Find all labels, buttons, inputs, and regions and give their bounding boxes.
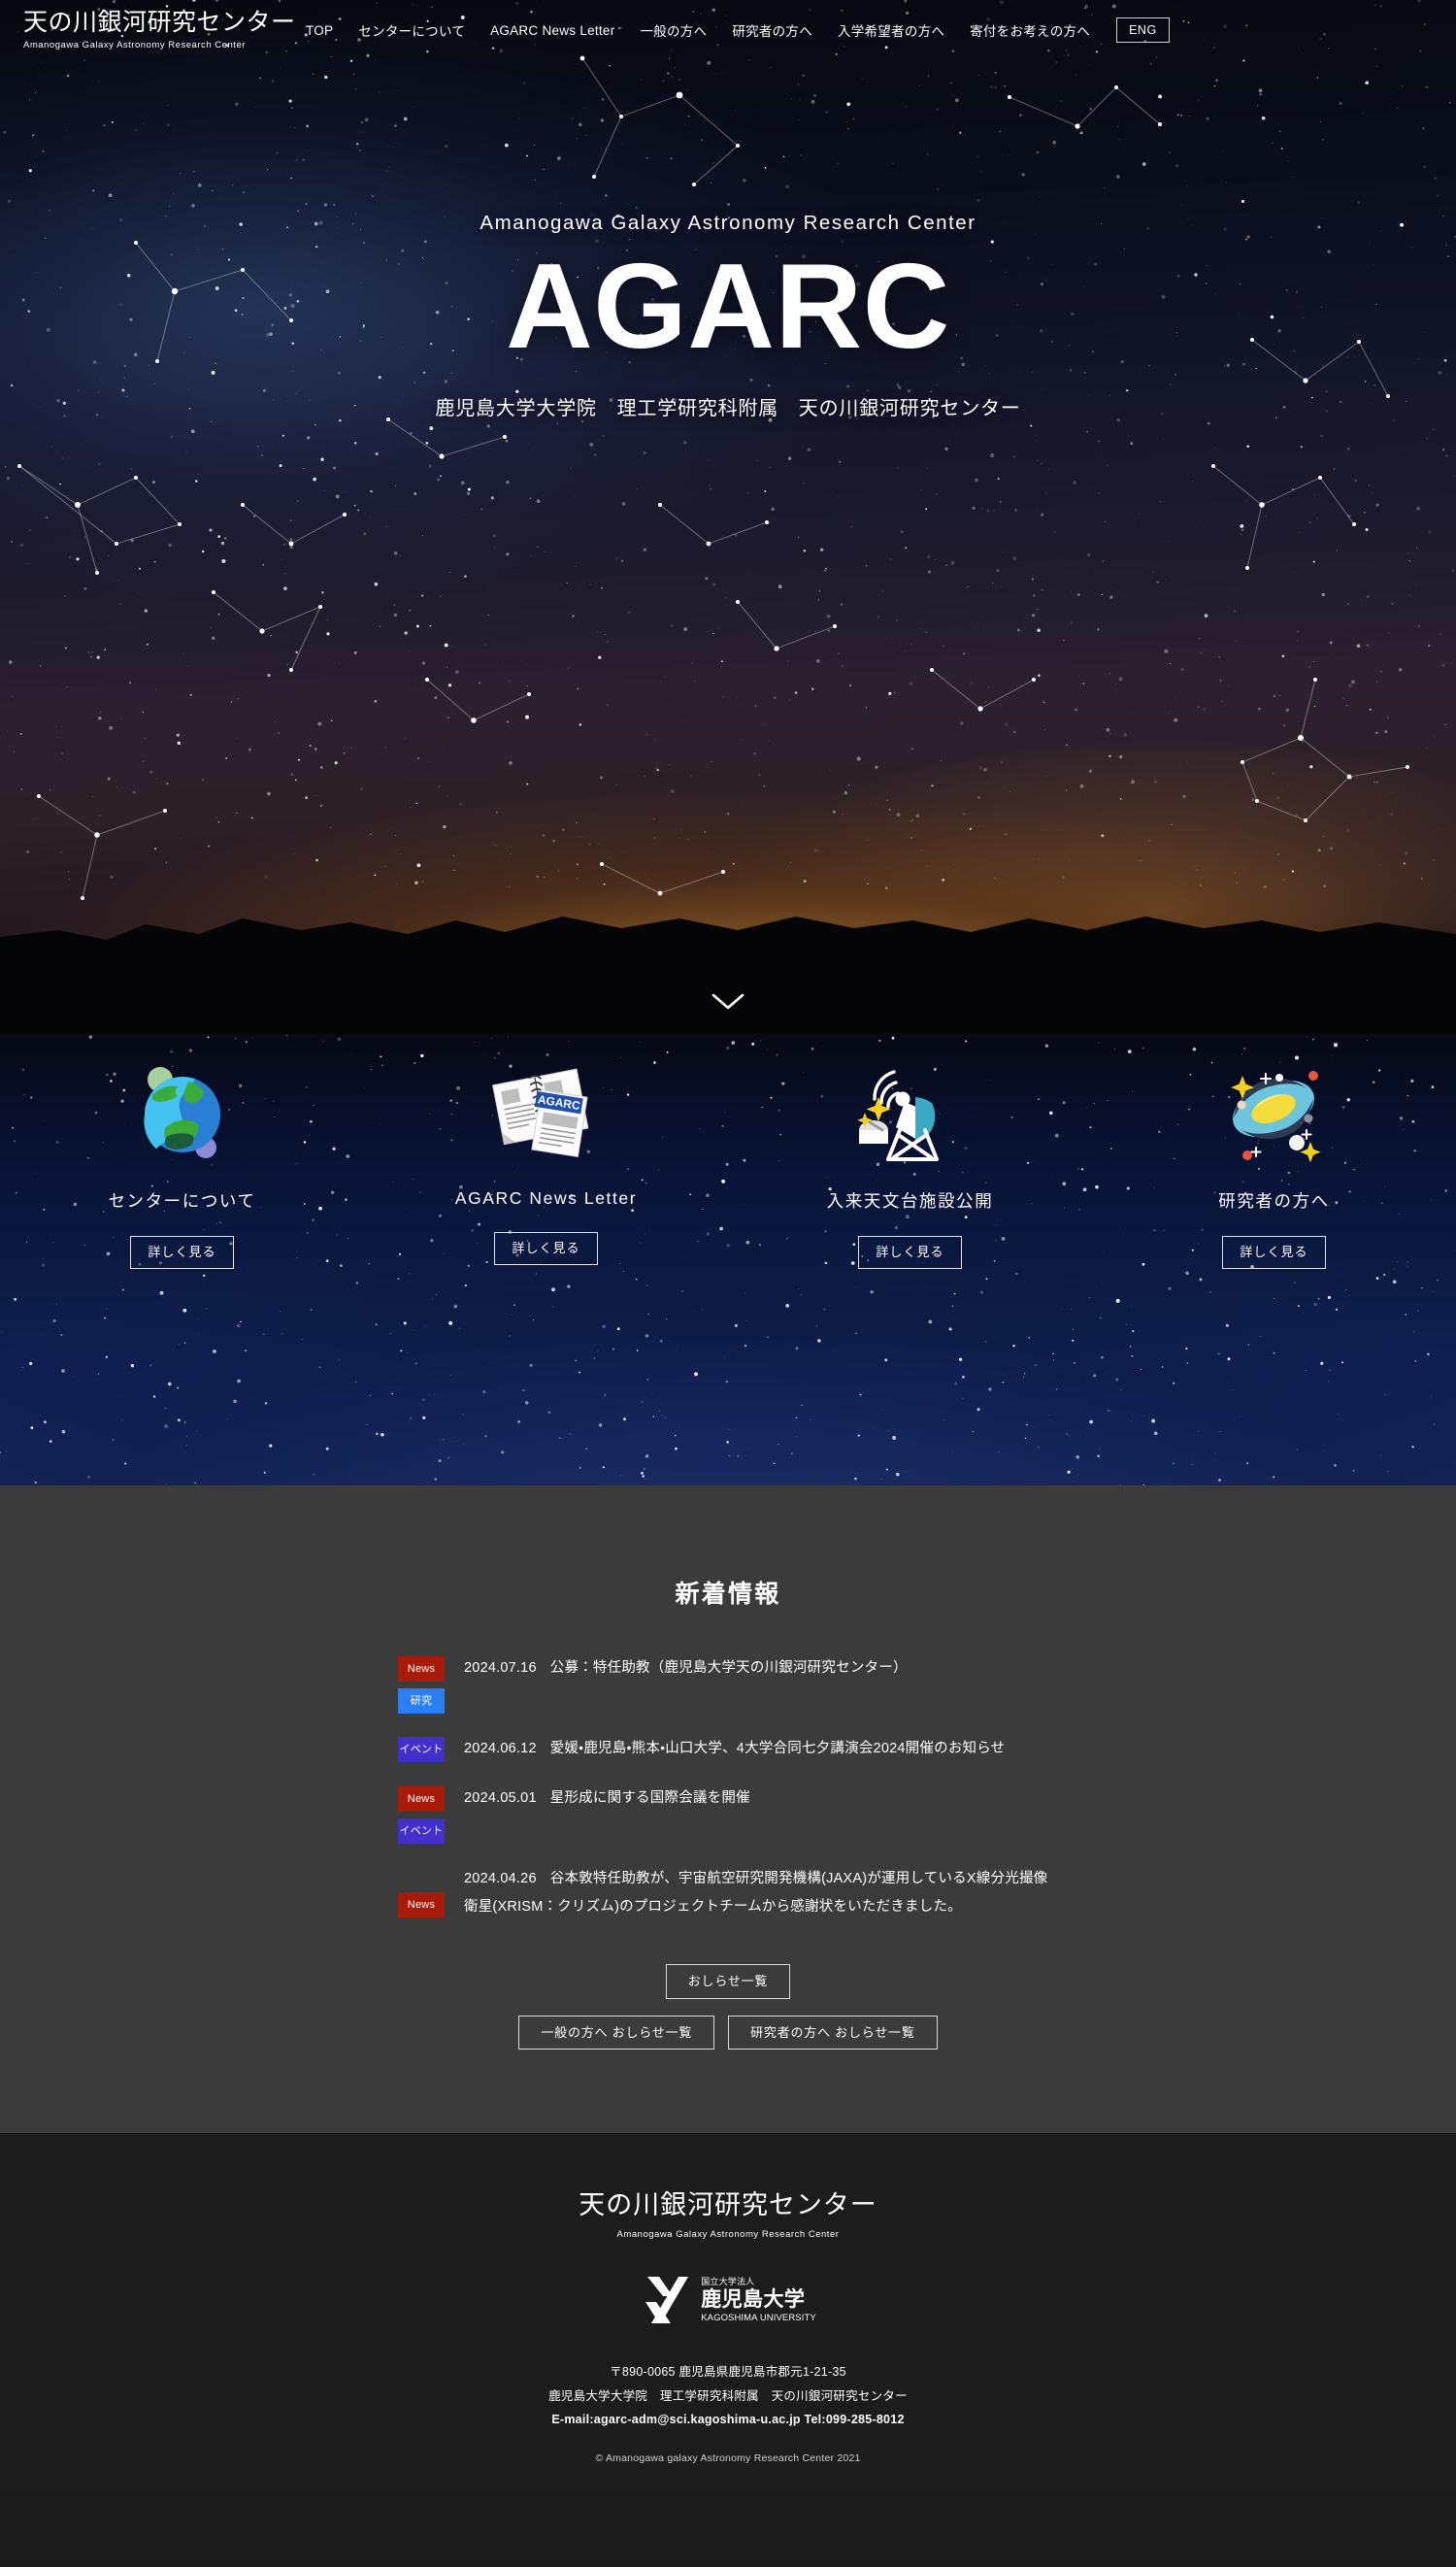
- news-section-title: 新着情報: [675, 1581, 781, 1608]
- status-badge: News: [398, 1786, 445, 1812]
- news-list-all-button[interactable]: おしらせ一覧: [665, 1964, 791, 1999]
- status-badge: News: [398, 1892, 445, 1917]
- news-date: 2024.06.12: [464, 1741, 537, 1756]
- main-nav: TOP センターについて AGARC News Letter 一般の方へ 研究者…: [293, 17, 1170, 44]
- university-logo[interactable]: 国立大学法人 鹿児島大学 KAGOSHIMA UNIVERSITY: [0, 2273, 1456, 2327]
- feature-detail-button-observatory[interactable]: 詳しく見る: [858, 1236, 962, 1269]
- feature-card-newsletter[interactable]: AGARC AGARC News Letter 詳しく見る: [364, 1051, 728, 1269]
- news-section: 新着情報 News 研究 2024.07.16 公募：特任助教（鹿児島大学天の川銀…: [0, 1485, 1456, 2134]
- news-text: 2024.07.16 公募：特任助教（鹿児島大学天の川銀河研究センター）: [464, 1654, 1058, 1683]
- footer-address: 〒890-0065 鹿児島県鹿児島市郡元1-21-35 鹿児島大学大学院 理工学…: [0, 2360, 1456, 2431]
- nav-item-researcher[interactable]: 研究者の方へ: [719, 20, 825, 40]
- footer-address-line1: 〒890-0065 鹿児島県鹿児島市郡元1-21-35: [610, 2365, 846, 2380]
- feature-label-about: センターについて: [108, 1191, 256, 1211]
- university-prefix: 国立大学法人: [701, 2277, 755, 2287]
- nav-item-applicant[interactable]: 入学希望者の方へ: [825, 20, 957, 40]
- news-item[interactable]: イベント 2024.06.12 愛媛・鹿児島・熊本・山口大学、4大学合同七夕講演会…: [398, 1735, 1058, 1763]
- status-badge: 研究: [398, 1688, 445, 1714]
- top-navigation-bar: 天の川銀河研究センター Amanogawa Galaxy Astronomy R…: [0, 0, 1456, 60]
- news-item[interactable]: News イベント 2024.05.01 星形成に関する国際会議を開催: [398, 1784, 1058, 1844]
- news-date: 2024.05.01: [464, 1790, 537, 1806]
- horizon-silhouette: [0, 917, 1456, 1034]
- feature-card-about[interactable]: センターについて 詳しく見る: [0, 1051, 364, 1269]
- site-logo-jp: 天の川銀河研究センター: [23, 8, 296, 36]
- university-name-en: KAGOSHIMA UNIVERSITY: [701, 2312, 816, 2323]
- feature-detail-button-about[interactable]: 詳しく見る: [130, 1236, 234, 1269]
- feature-card-observatory[interactable]: 入来天文台施設公開 詳しく見る: [728, 1051, 1092, 1269]
- news-item[interactable]: News 2024.04.26 谷本敦特任助教が、宇宙航空研究開発機構(JAXA)…: [398, 1865, 1058, 1921]
- news-badges: News 研究: [398, 1654, 464, 1714]
- news-badges: イベント: [398, 1735, 464, 1762]
- feature-label-researcher: 研究者の方へ: [1218, 1191, 1330, 1211]
- status-badge: イベント: [398, 1737, 445, 1762]
- footer-contact[interactable]: E-mail:agarc-adm@sci.kagoshima-u.ac.jp T…: [0, 2408, 1456, 2431]
- news-date: 2024.07.16: [464, 1660, 537, 1676]
- hero-section: 天の川銀河研究センター Amanogawa Galaxy Astronomy R…: [0, 0, 1456, 1034]
- news-list: News 研究 2024.07.16 公募：特任助教（鹿児島大学天の川銀河研究セン…: [398, 1654, 1058, 1921]
- university-name: 鹿児島大学: [701, 2288, 806, 2312]
- earth-icon: [0, 1051, 364, 1173]
- news-date: 2024.04.26: [464, 1871, 537, 1886]
- hero-subtitle-en: Amanogawa Galaxy Astronomy Research Cent…: [480, 212, 976, 234]
- feature-detail-button-newsletter[interactable]: 詳しく見る: [494, 1232, 598, 1265]
- feature-detail-button-researcher[interactable]: 詳しく見る: [1222, 1236, 1326, 1269]
- news-headline[interactable]: 公募：特任助教（鹿児島大学天の川銀河研究センター）: [550, 1660, 908, 1676]
- status-badge: News: [398, 1656, 445, 1682]
- news-badges: News イベント: [398, 1784, 464, 1844]
- feature-card-researcher[interactable]: 研究者の方へ 詳しく見る: [1092, 1051, 1456, 1269]
- feature-label-newsletter: AGARC News Letter: [454, 1188, 638, 1208]
- galaxy-icon: [1092, 1051, 1456, 1173]
- news-badges: News: [398, 1865, 464, 1917]
- nav-item-donation[interactable]: 寄付をお考えの方へ: [957, 20, 1103, 40]
- newsletter-icon: AGARC: [364, 1051, 728, 1173]
- features-section: センターについて 詳しく見る AGARC AGARC News Letter 詳…: [0, 1034, 1456, 1485]
- news-headline[interactable]: 愛媛・鹿児島・熊本・山口大学、4大学合同七夕講演会2024開催のお知らせ: [550, 1741, 1006, 1756]
- telescope-icon: [728, 1051, 1092, 1173]
- university-name-block: 国立大学法人 鹿児島大学 KAGOSHIMA UNIVERSITY: [701, 2278, 816, 2322]
- news-item[interactable]: News 研究 2024.07.16 公募：特任助教（鹿児島大学天の川銀河研究セン…: [398, 1654, 1058, 1714]
- hero-content: Amanogawa Galaxy Astronomy Research Cent…: [0, 212, 1456, 420]
- feature-label-observatory: 入来天文台施設公開: [826, 1191, 994, 1211]
- chevron-down-icon: [711, 993, 745, 1010]
- news-text: 2024.06.12 愛媛・鹿児島・熊本・山口大学、4大学合同七夕講演会2024開…: [464, 1735, 1058, 1763]
- site-logo[interactable]: 天の川銀河研究センター Amanogawa Galaxy Astronomy R…: [23, 8, 296, 51]
- site-logo-en: Amanogawa Galaxy Astronomy Research Cent…: [23, 40, 246, 51]
- feature-cards: センターについて 詳しく見る AGARC AGARC News Letter 詳…: [0, 1034, 1456, 1269]
- news-text: 2024.04.26 谷本敦特任助教が、宇宙航空研究開発機構(JAXA)が運用して…: [464, 1865, 1058, 1921]
- kagoshima-k-mark-icon: [645, 2277, 689, 2324]
- nav-item-newsletter[interactable]: AGARC News Letter: [478, 23, 627, 38]
- scroll-down-button[interactable]: [711, 992, 745, 1017]
- footer: 天の川銀河研究センター Amanogawa Galaxy Astronomy R…: [0, 2133, 1456, 2494]
- news-headline[interactable]: 谷本敦特任助教が、宇宙航空研究開発機構(JAXA)が運用しているX線分光撮像衛星…: [464, 1871, 1047, 1915]
- news-buttons-secondary: 一般の方へ おしらせ一覧 研究者の方へ おしらせ一覧: [0, 2015, 1456, 2050]
- news-list-general-button[interactable]: 一般の方へ おしらせ一覧: [518, 2015, 715, 2050]
- news-headline[interactable]: 星形成に関する国際会議を開催: [550, 1790, 750, 1806]
- copyright-text: © Amanogawa galaxy Astronomy Research Ce…: [595, 2452, 861, 2465]
- status-badge: イベント: [398, 1818, 445, 1844]
- hero-title: AGARC: [506, 240, 950, 374]
- footer-address-line2: 鹿児島大学大学院 理工学研究科附属 天の川銀河研究センター: [548, 2388, 908, 2403]
- language-toggle-button[interactable]: ENG: [1116, 17, 1170, 44]
- constellation-overlay: [17, 55, 1409, 964]
- hero-subtitle-jp: 鹿児島大学大学院 理工学研究科附属 天の川銀河研究センター: [435, 398, 1021, 419]
- footer-title-jp: 天の川銀河研究センター: [579, 2190, 877, 2220]
- starfield-background: [3, 0, 1456, 889]
- nav-item-about[interactable]: センターについて: [346, 20, 478, 40]
- news-buttons: おしらせ一覧 一般の方へ おしらせ一覧 研究者の方へ おしらせ一覧: [0, 1964, 1456, 2050]
- nav-item-general[interactable]: 一般の方へ: [627, 20, 719, 40]
- news-list-researcher-button[interactable]: 研究者の方へ おしらせ一覧: [728, 2015, 938, 2050]
- news-text: 2024.05.01 星形成に関する国際会議を開催: [464, 1784, 1058, 1813]
- footer-title-en: Amanogawa Galaxy Astronomy Research Cent…: [616, 2229, 840, 2241]
- nav-item-top[interactable]: TOP: [293, 23, 346, 38]
